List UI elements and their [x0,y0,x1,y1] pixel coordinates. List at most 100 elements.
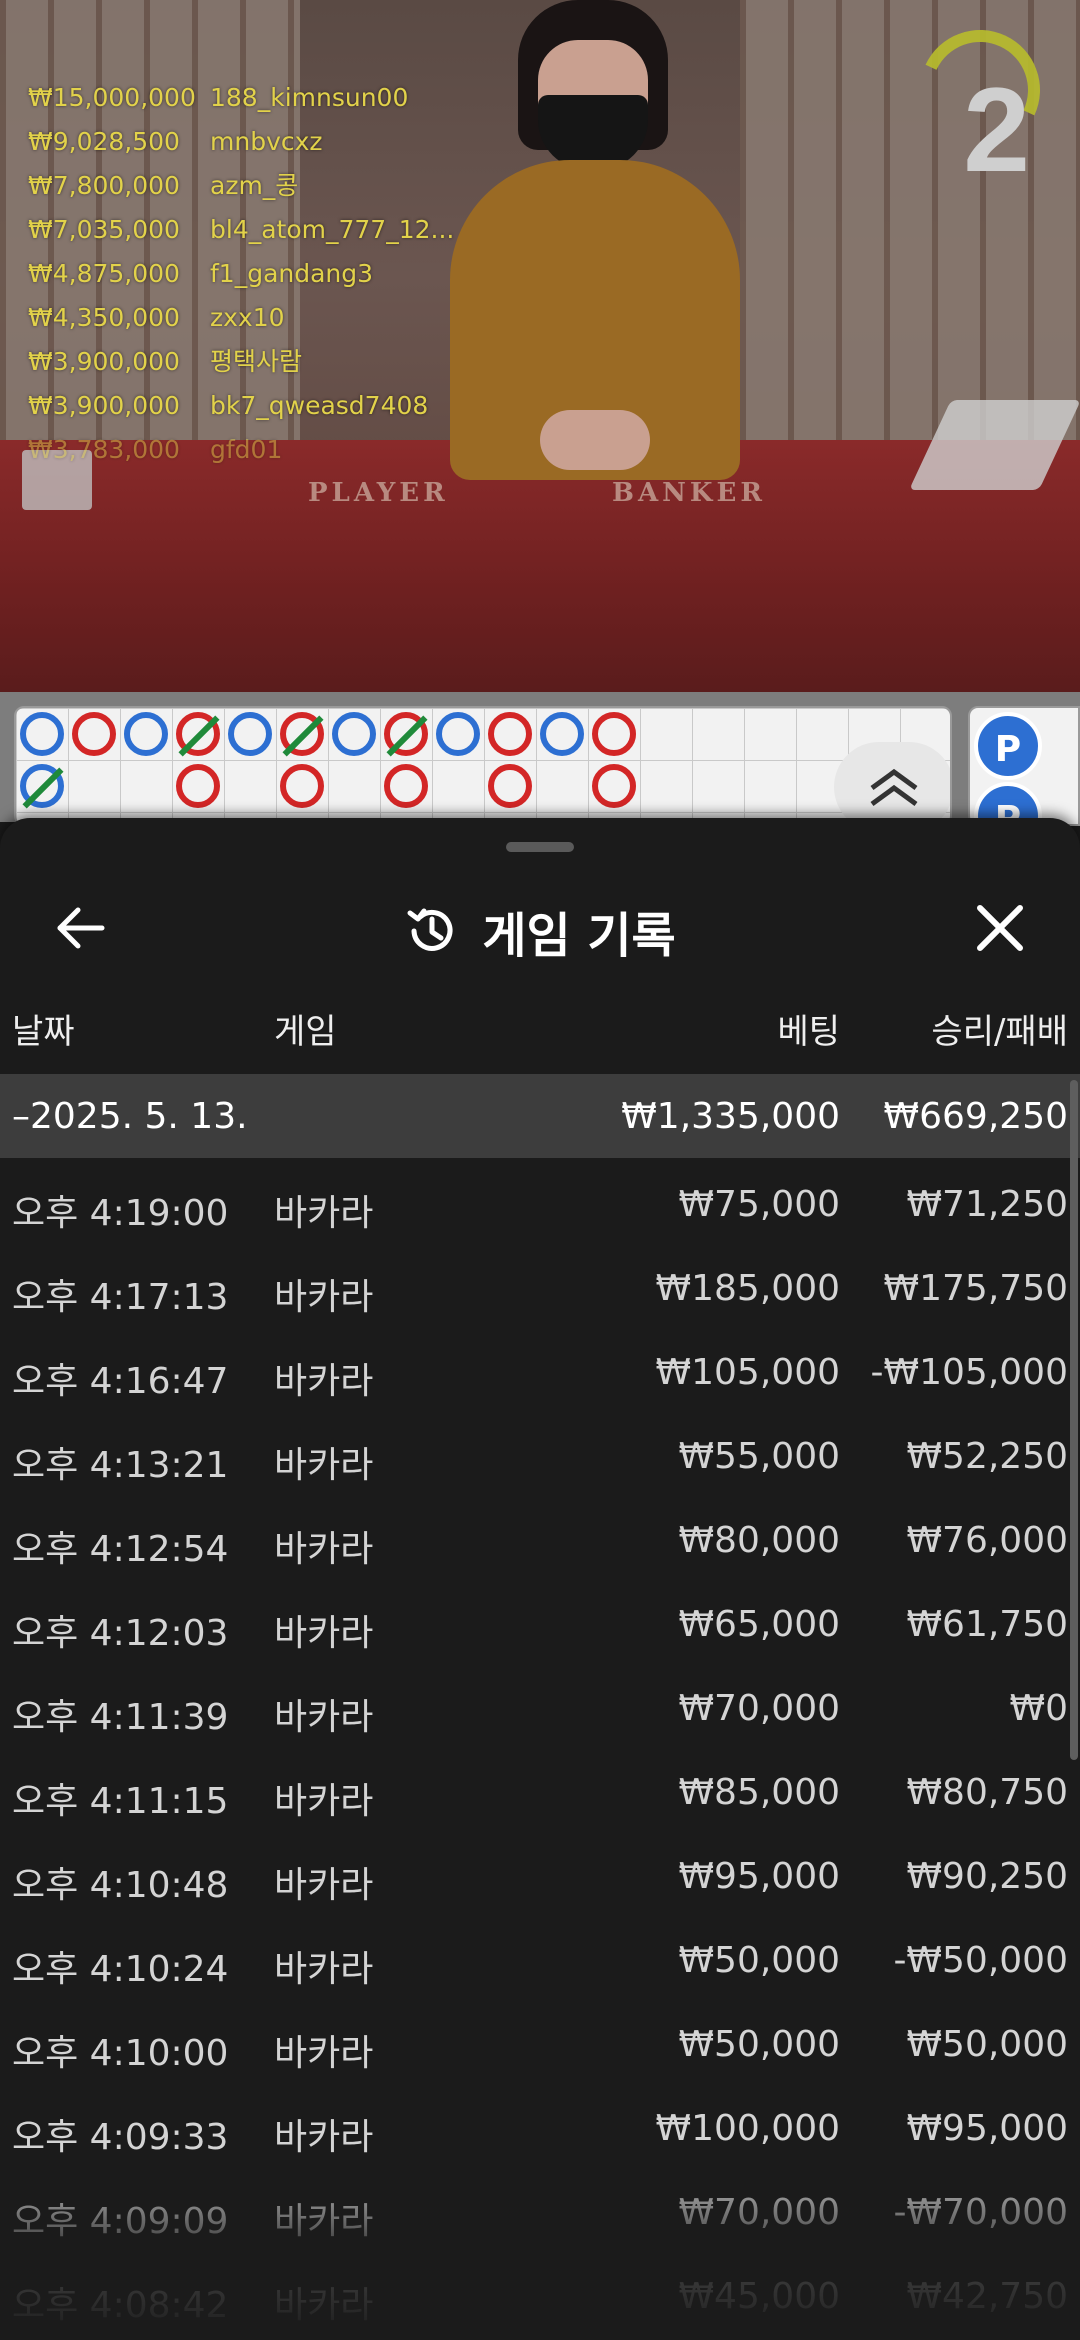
row-game: 바카라 [274,1865,374,1906]
history-row[interactable]: 오후 4:10:24 바카라 ₩50,000 -₩50,000 [0,1918,1080,2002]
row-bet: ₩105,000 [655,1352,840,1393]
history-row[interactable]: 오후 4:19:00 바카라 ₩75,000 ₩71,250 [0,1162,1080,1246]
row-win-loss: -₩70,000 [893,2192,1068,2233]
row-win-loss: ₩0 [1009,1688,1069,1729]
player-ring [332,712,376,756]
row-win-loss: -₩105,000 [870,1352,1068,1393]
row-time: 오후 4:11:39 [12,1697,229,1738]
row-win-loss: ₩61,750 [906,1604,1068,1645]
row-bet: ₩80,000 [678,1520,840,1561]
row-game: 바카라 [274,1445,374,1486]
row-bet: ₩95,000 [678,1856,840,1897]
date-summary-row[interactable]: –2025. 5. 13. ₩1,335,000 ₩669,250 [0,1074,1080,1158]
close-button[interactable] [970,898,1030,958]
row-win-loss: ₩52,250 [906,1436,1068,1477]
column-header-game: 게임 [274,1012,337,1052]
banker-ring [592,764,636,808]
row-game: 바카라 [274,1781,374,1822]
row-win-loss: ₩50,000 [906,2024,1068,2065]
summary-date: –2025. 5. 13. [12,1096,248,1137]
row-bet: ₩70,000 [678,1688,840,1729]
player-ring [540,712,584,756]
sheet-header: 게임 기록 [0,874,1080,974]
summary-bet: ₩1,335,000 [621,1096,840,1137]
top-wins-list: ₩15,000,000 188_kimnsun00 ₩9,028,500 mnbvc… [28,76,454,472]
bead-road[interactable] [14,706,952,826]
sheet-title: 게임 기록 [0,896,1080,966]
win-row: ₩3,900,000 평택사람 [28,347,303,376]
row-game: 바카라 [274,1277,374,1318]
side-road[interactable]: P P [968,706,1080,850]
road-map: P P [0,692,1080,850]
row-game: 바카라 [274,2117,374,2158]
row-win-loss: -₩50,000 [893,1940,1068,1981]
countdown-timer: 2 [903,13,1057,190]
history-row[interactable]: 오후 4:11:39 바카라 ₩70,000 ₩0 [0,1666,1080,1750]
row-time: 오후 4:09:33 [12,2117,229,2158]
row-game: 바카라 [274,2201,374,2242]
row-time: 오후 4:10:00 [12,2033,229,2074]
row-time: 오후 4:13:21 [12,1445,229,1486]
column-headers: 날짜 게임 베팅 승리/패배 [0,1004,1080,1056]
row-bet: ₩50,000 [678,1940,840,1981]
banker-ring [72,712,116,756]
row-time: 오후 4:12:03 [12,1613,229,1654]
row-time: 오후 4:12:54 [12,1529,229,1570]
row-time: 오후 4:10:48 [12,1865,229,1906]
history-row[interactable]: 오후 4:11:15 바카라 ₩85,000 ₩80,750 [0,1750,1080,1834]
row-game: 바카라 [274,1949,374,1990]
history-row[interactable]: 오후 4:12:54 바카라 ₩80,000 ₩76,000 [0,1498,1080,1582]
banker-ring-tie [176,712,220,757]
player-ring [20,712,64,756]
scrollbar[interactable] [1070,1080,1078,1760]
row-win-loss: ₩95,000 [906,2108,1068,2149]
player-badge: P [974,712,1042,780]
win-row: ₩3,783,000 gfd01 [28,435,283,464]
history-row[interactable]: 오후 4:09:09 바카라 ₩70,000 -₩70,000 [0,2170,1080,2254]
row-game: 바카라 [274,2285,374,2326]
row-game: 바카라 [274,1193,374,1234]
history-row[interactable]: 오후 4:12:03 바카라 ₩65,000 ₩61,750 [0,1582,1080,1666]
history-row[interactable]: 오후 4:13:21 바카라 ₩55,000 ₩52,250 [0,1414,1080,1498]
row-bet: ₩185,000 [655,1268,840,1309]
win-row: ₩7,035,000 bl4_atom_777_12... [28,215,455,244]
win-row: ₩3,900,000 bk7_qweasd7408 [28,391,429,420]
row-win-loss: ₩76,000 [906,1520,1068,1561]
row-win-loss: ₩90,250 [906,1856,1068,1897]
history-row[interactable]: 오후 4:10:48 바카라 ₩95,000 ₩90,250 [0,1834,1080,1918]
row-game: 바카라 [274,1529,374,1570]
row-game: 바카라 [274,1361,374,1402]
row-bet: ₩85,000 [678,1772,840,1813]
row-bet: ₩100,000 [655,2108,840,2149]
row-time: 오후 4:10:24 [12,1949,229,1990]
banker-ring [592,712,636,756]
player-ring [436,712,480,756]
row-bet: ₩50,000 [678,2024,840,2065]
win-row: ₩9,028,500 mnbvcxz [28,127,323,156]
drag-handle[interactable] [506,842,574,852]
banker-ring [176,764,220,808]
column-header-date: 날짜 [12,1012,75,1052]
history-icon [407,908,453,951]
history-row[interactable]: 오후 4:08:42 바카라 ₩45,000 ₩42,750 [0,2254,1080,2338]
win-row: ₩4,875,000 f1_gandang3 [28,259,374,288]
expand-roadmap-button[interactable] [834,742,950,824]
history-row[interactable]: 오후 4:17:13 바카라 ₩185,000 ₩175,750 [0,1246,1080,1330]
banker-ring-tie [384,712,428,757]
history-row[interactable]: 오후 4:09:33 바카라 ₩100,000 ₩95,000 [0,2086,1080,2170]
history-row[interactable]: 오후 4:16:47 바카라 ₩105,000 -₩105,000 [0,1330,1080,1414]
live-video: PLAYER BANKER ₩15,000,000 188_kimnsun00 ₩… [0,0,1080,692]
summary-win-loss: ₩669,250 [883,1096,1068,1137]
banker-ring [384,764,428,808]
column-header-win-loss: 승리/패배 [931,1012,1068,1052]
row-bet: ₩75,000 [678,1184,840,1225]
row-bet: ₩55,000 [678,1436,840,1477]
row-bet: ₩70,000 [678,2192,840,2233]
dealer [430,0,760,500]
history-row[interactable]: 오후 4:10:00 바카라 ₩50,000 ₩50,000 [0,2002,1080,2086]
row-bet: ₩45,000 [678,2276,840,2317]
banker-ring [280,764,324,808]
game-history-sheet: 게임 기록 날짜 게임 베팅 승리/패배 –2025. 5. 13. ₩1,33… [0,818,1080,2340]
win-row: ₩4,350,000 zxx10 [28,303,285,332]
close-icon [977,905,1023,951]
